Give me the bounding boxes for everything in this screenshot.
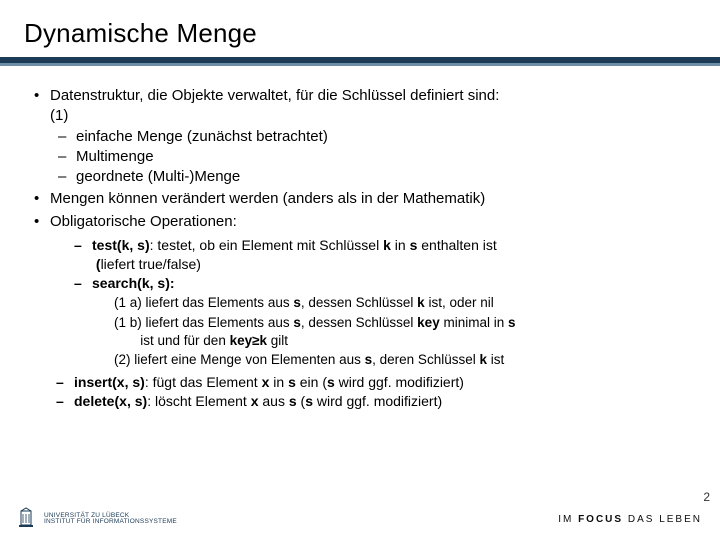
- op-test-sub-rest: liefert true/false): [101, 256, 201, 272]
- university-logo-icon: [14, 507, 38, 531]
- sub-1: einfache Menge (zunächst betrachtet): [58, 127, 696, 147]
- s-b-pre: (1 b) liefert das Elements aus: [114, 315, 293, 330]
- op-delete-mid: aus: [258, 393, 288, 409]
- s-b-s2: s: [508, 315, 516, 330]
- sub-3: geordnete (Multi-)Menge: [58, 167, 696, 187]
- s-a-pre: (1 a) liefert das Elements aus: [114, 295, 293, 310]
- page-number: 2: [703, 490, 710, 504]
- op-insert-s: s: [132, 374, 140, 390]
- s-b-key: key: [417, 315, 440, 330]
- op-search-colon: :: [170, 275, 175, 291]
- s-a-mid: , dessen Schlüssel: [301, 295, 417, 310]
- s-c-k: k: [479, 352, 487, 367]
- op-test-s: s: [137, 237, 145, 253]
- s-c-end: ist: [487, 352, 504, 367]
- op-test-comma: ,: [129, 237, 137, 253]
- op-insert: insert(x, s): fügt das Element x in s ei…: [56, 373, 696, 392]
- s-a-end: ist, oder nil: [425, 295, 494, 310]
- op-delete-x: x: [119, 393, 127, 409]
- bullet-1: Datenstruktur, die Objekte verwaltet, fü…: [28, 86, 696, 187]
- search-1b: (1 b) liefert das Elements aus s, dessen…: [114, 314, 696, 350]
- ops-list: test(k, s): testet, ob ein Element mit S…: [50, 236, 696, 370]
- op-test: test(k, s): testet, ob ein Element mit S…: [74, 236, 696, 274]
- focus-rest: DAS LEBEN: [623, 514, 702, 525]
- ops-list-2: insert(x, s): fügt das Element x in s ei…: [50, 373, 696, 411]
- focus-im: IM: [558, 514, 578, 525]
- op-test-name: test: [92, 237, 117, 253]
- footer-right: IM FOCUS DAS LEBEN: [558, 514, 702, 525]
- op-search-name: search: [92, 275, 137, 291]
- op-search-k: k: [142, 275, 150, 291]
- s-a-s: s: [293, 295, 301, 310]
- op-insert-mid: in: [269, 374, 288, 390]
- search-1a: (1 a) liefert das Elements aus s, dessen…: [114, 294, 696, 312]
- focus-bold: FOCUS: [578, 514, 623, 525]
- op-delete-s2: s: [289, 393, 297, 409]
- s-b-end: minimal in: [440, 315, 508, 330]
- bullet-1-sublist: einfache Menge (zunächst betrachtet) Mul…: [50, 127, 696, 188]
- page-title: Dynamische Menge: [24, 18, 696, 49]
- op-insert-s3: s: [327, 374, 335, 390]
- op-insert-end: ein (: [296, 374, 327, 390]
- s-c-pre: (2) liefert eine Menge von Elementen aus: [114, 352, 365, 367]
- uni-line2: INSTITUT FÜR INFORMATIONSSYSTEME: [44, 519, 177, 526]
- bullet-1-line2: (1): [50, 107, 68, 124]
- university-text: UNIVERSITÄT ZU LÜBECK INSTITUT FÜR INFOR…: [44, 513, 177, 526]
- s-b-mid: , dessen Schlüssel: [301, 315, 417, 330]
- s-b-line2a: ist und für den: [140, 333, 229, 348]
- op-insert-s2: s: [288, 374, 296, 390]
- op-delete-s: s: [135, 393, 143, 409]
- s-c-mid: , deren Schlüssel: [372, 352, 479, 367]
- op-insert-name: insert: [74, 374, 112, 390]
- slide: Dynamische Menge Datenstruktur, die Obje…: [0, 0, 720, 540]
- op-insert-x: x: [117, 374, 125, 390]
- title-underline: [0, 57, 720, 66]
- bullet-1-line1: Datenstruktur, die Objekte verwaltet, fü…: [50, 87, 499, 104]
- op-delete-name: delete: [74, 393, 114, 409]
- s-b-line2k: key≥k: [230, 333, 267, 348]
- bar-light: [0, 63, 720, 66]
- op-insert-after: : fügt das Element: [145, 374, 262, 390]
- op-test-end: enthalten ist: [417, 237, 496, 253]
- op-test-k2: k: [383, 237, 391, 253]
- s-b-s: s: [293, 315, 301, 330]
- content: Datenstruktur, die Objekte verwaltet, fü…: [24, 86, 696, 411]
- bullet-2: Mengen können verändert werden (anders a…: [28, 189, 696, 209]
- op-search: search(k, s): (1 a) liefert das Elements…: [74, 274, 696, 370]
- footer-left: UNIVERSITÄT ZU LÜBECK INSTITUT FÜR INFOR…: [14, 507, 177, 531]
- op-delete-end: (: [297, 393, 306, 409]
- op-delete-s3: s: [305, 393, 313, 409]
- search-2: (2) liefert eine Menge von Elementen aus…: [114, 351, 696, 369]
- op-test-mid: in: [391, 237, 410, 253]
- footer: UNIVERSITÄT ZU LÜBECK INSTITUT FÜR INFOR…: [0, 506, 720, 532]
- op-insert-end2: wird ggf. modifiziert): [335, 374, 464, 390]
- op-delete-end2: wird ggf. modifiziert): [313, 393, 442, 409]
- s-a-k: k: [417, 295, 425, 310]
- op-delete-comma: ,: [127, 393, 135, 409]
- op-delete-after: : löscht Element: [147, 393, 251, 409]
- bullet-3: Obligatorische Operationen: test(k, s): …: [28, 212, 696, 412]
- search-sublist: (1 a) liefert das Elements aus s, dessen…: [92, 294, 696, 369]
- s-b-line2end: gilt: [267, 333, 288, 348]
- sub-2: Multimenge: [58, 147, 696, 167]
- op-test-after: : testet, ob ein Element mit Schlüssel: [150, 237, 383, 253]
- op-delete: delete(x, s): löscht Element x aus s (s …: [56, 392, 696, 411]
- bullet-list: Datenstruktur, die Objekte verwaltet, fü…: [24, 86, 696, 411]
- bullet-3-text: Obligatorische Operationen:: [50, 213, 237, 230]
